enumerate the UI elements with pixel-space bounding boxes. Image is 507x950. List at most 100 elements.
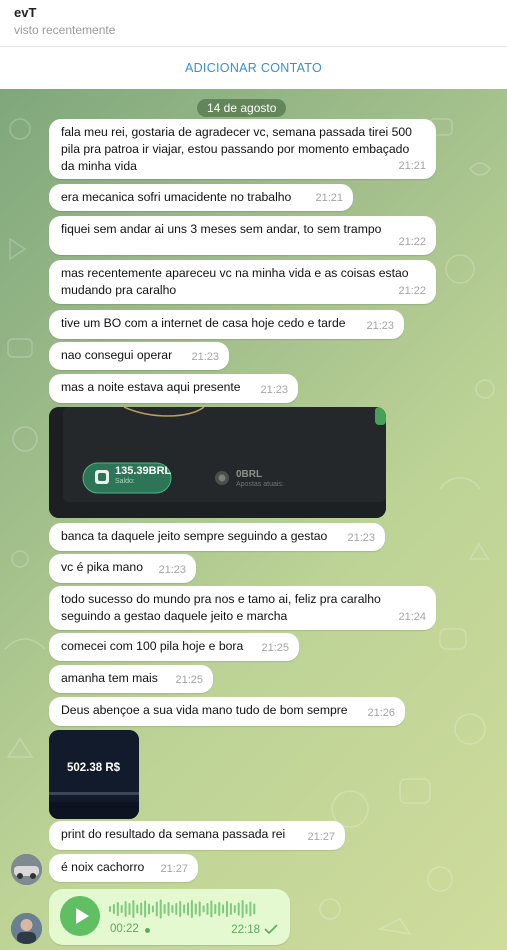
photo-background	[49, 407, 386, 518]
message-time: 21:24	[398, 611, 426, 623]
play-icon[interactable]	[60, 896, 100, 936]
waveform-bar	[214, 904, 217, 914]
message-bubble[interactable]: comecei com 100 pila hoje e bora 21:25	[49, 633, 299, 661]
bets-label: Apostas atuais:	[236, 481, 284, 488]
balance-label: Saldo:	[115, 478, 135, 485]
message-bubble[interactable]: todo sucesso do mundo pra nos e tamo ai,…	[49, 586, 436, 630]
waveform-bar	[179, 901, 182, 917]
message-bubble[interactable]: print do resultado da semana passada rei…	[49, 821, 345, 850]
waveform-bar	[241, 900, 244, 918]
waveform-bar	[183, 904, 186, 914]
waveform-bar	[218, 902, 221, 916]
add-contact-button[interactable]: ADICIONAR CONTATO	[0, 47, 507, 89]
waveform-bar	[190, 900, 193, 918]
amount-value: 502.38 R$	[67, 762, 121, 774]
message-text: mas recentemente apareceu vc na minha vi…	[61, 266, 409, 297]
own-avatar[interactable]	[11, 913, 42, 944]
unplayed-dot-icon	[145, 928, 150, 933]
waveform-icon	[109, 899, 256, 919]
waveform-bar	[124, 901, 127, 917]
message-text: print do resultado da semana passada rei	[61, 827, 286, 841]
message-time: 21:27	[160, 863, 188, 875]
avatar-image	[11, 913, 42, 944]
waveform-bar	[210, 900, 213, 918]
waveform-bar	[144, 900, 147, 918]
waveform-bar	[198, 901, 201, 917]
message-text: tive um BO com a internet de casa hoje c…	[61, 316, 346, 330]
waveform-bar	[175, 903, 178, 915]
read-check-icon	[264, 924, 278, 935]
contact-name[interactable]: evT	[14, 5, 36, 20]
message-bubble[interactable]: é noix cachorro 21:27	[49, 854, 198, 882]
message-time: 21:21	[315, 192, 343, 204]
message-bubble[interactable]: Deus abençoe a sua vida mano tudo de bom…	[49, 697, 405, 726]
message-time: 21:21	[398, 160, 426, 172]
chat-area[interactable]: 14 de agosto fala meu rei, gostaria de a…	[0, 89, 507, 950]
photo-message[interactable]: 502.38 R$	[49, 730, 139, 819]
photo-message[interactable]: 135.39BRL Saldo: 0BRL Apostas atuais:	[49, 407, 386, 518]
message-time: 21:26	[367, 707, 395, 719]
chat-header[interactable]: evT visto recentemente	[0, 0, 507, 47]
waveform-bar	[128, 903, 131, 915]
message-bubble[interactable]: banca ta daquele jeito sempre seguindo a…	[49, 523, 385, 551]
voice-time: 22:18	[231, 924, 260, 936]
waveform-bar	[226, 901, 228, 917]
message-text: Deus abençoe a sua vida mano tudo de bom…	[61, 703, 348, 717]
message-bubble[interactable]: mas a noite estava aqui presente 21:23	[49, 374, 298, 403]
message-bubble[interactable]: nao consegui operar 21:23	[49, 342, 229, 370]
message-bubble[interactable]: fala meu rei, gostaria de agradecer vc, …	[49, 119, 436, 179]
waveform-bar	[132, 900, 135, 918]
waveform-bar	[253, 903, 256, 915]
message-text: fiquei sem andar ai uns 3 meses sem anda…	[61, 222, 382, 236]
voice-message[interactable]: 00:22 22:18	[49, 889, 290, 945]
message-text: comecei com 100 pila hoje e bora	[61, 639, 244, 653]
message-bubble[interactable]: vc é pika mano 21:23	[49, 554, 196, 583]
message-text: mas a noite estava aqui presente	[61, 380, 241, 394]
message-time: 21:23	[158, 564, 186, 576]
message-text: todo sucesso do mundo pra nos e tamo ai,…	[61, 592, 381, 623]
waveform-bar	[136, 904, 139, 914]
waveform-bar	[233, 905, 236, 913]
waveform-bar	[155, 901, 158, 917]
message-time: 21:27	[307, 831, 335, 843]
waveform-bar	[167, 902, 170, 916]
message-time: 21:25	[261, 642, 289, 654]
message-time: 21:25	[175, 674, 203, 686]
waveform-bar	[229, 903, 232, 915]
waveform-bar	[237, 902, 240, 916]
message-time: 21:22	[398, 236, 426, 248]
waveform-bar	[194, 903, 197, 915]
waveform-bar	[202, 905, 205, 913]
message-time: 21:23	[366, 320, 394, 332]
waveform-bar	[159, 899, 162, 919]
balance-value: 135.39BRL	[115, 465, 172, 477]
waveform-bar	[163, 904, 166, 914]
waveform-bar	[109, 906, 111, 912]
date-separator: 14 de agosto	[197, 99, 287, 117]
message-time: 21:22	[398, 285, 426, 297]
message-bubble[interactable]: mas recentemente apareceu vc na minha vi…	[49, 260, 436, 304]
message-time: 21:23	[347, 532, 375, 544]
message-bubble[interactable]: fiquei sem andar ai uns 3 meses sem anda…	[49, 216, 436, 255]
message-text: era mecanica sofri umacidente no trabalh…	[61, 190, 292, 204]
message-text: banca ta daquele jeito sempre seguindo a…	[61, 529, 328, 543]
message-bubble[interactable]: era mecanica sofri umacidente no trabalh…	[49, 184, 353, 211]
sender-avatar[interactable]	[11, 854, 42, 885]
waveform-bar	[245, 904, 248, 914]
message-time: 21:23	[260, 384, 288, 396]
photo-background	[49, 730, 139, 819]
waveform-bar	[116, 902, 119, 916]
bets-value: 0BRL	[236, 469, 263, 480]
waveform-bar	[120, 905, 123, 913]
waveform-bar	[222, 904, 225, 914]
voice-duration: 00:22	[110, 923, 139, 935]
waveform-bar	[187, 902, 189, 916]
waveform-bar	[140, 902, 143, 916]
message-time: 21:23	[191, 351, 219, 363]
message-bubble[interactable]: tive um BO com a internet de casa hoje c…	[49, 310, 404, 339]
message-bubble[interactable]: amanha tem mais 21:25	[49, 665, 213, 693]
waveform-bar	[112, 904, 115, 914]
message-text: fala meu rei, gostaria de agradecer vc, …	[61, 125, 412, 173]
waveform-bar	[171, 905, 174, 913]
waveform-bar	[206, 903, 209, 915]
